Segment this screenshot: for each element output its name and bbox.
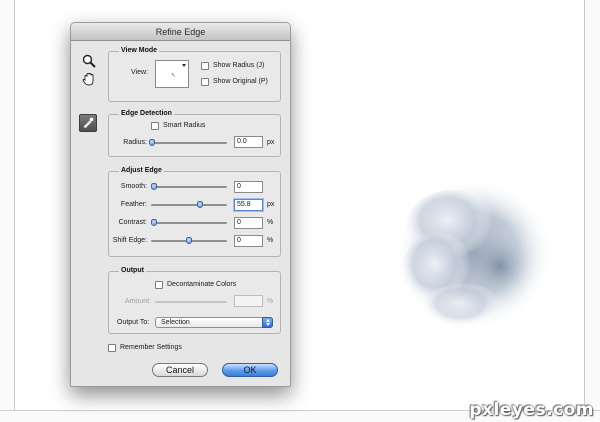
contrast-slider-thumb[interactable] [151,219,157,226]
select-arrows-icon [262,317,273,328]
adjust-edge-group: Adjust Edge Smooth: 0 Feather: 55.8 px C… [108,167,281,257]
amount-unit: % [267,298,274,305]
dialog-title[interactable]: Refine Edge [71,23,290,41]
shift-edge-slider[interactable] [151,237,227,244]
feather-slider-thumb[interactable] [197,201,203,208]
chevron-down-icon [182,64,186,67]
magnifier-icon[interactable] [81,53,97,69]
radius-input[interactable]: 0.0 [234,136,263,148]
contrast-slider[interactable] [151,219,227,226]
output-to-select[interactable]: Selection [155,317,273,328]
shift-edge-label: Shift Edge: [112,237,147,244]
smooth-slider[interactable] [151,183,227,190]
output-title: Output [119,267,146,274]
refine-edge-dialog: Refine Edge View Mode View: ↖ Show Radiu… [70,22,291,387]
show-radius-label: Show Radius (J) [213,62,265,69]
smooth-slider-thumb[interactable] [151,183,157,190]
view-cursor-icon: ↖ [171,73,177,79]
smart-radius-label: Smart Radius [163,122,206,129]
edge-detection-title: Edge Detection [119,110,174,117]
show-original-checkbox[interactable] [201,78,209,86]
shift-edge-slider-thumb[interactable] [186,237,192,244]
radius-label: Radius: [123,139,147,146]
edge-detection-group: Edge Detection Smart Radius Radius: 0.0 … [108,110,281,157]
ok-button[interactable]: OK [222,363,278,377]
smart-radius-checkbox[interactable] [151,122,159,130]
feather-slider[interactable] [151,201,227,208]
adjust-edge-title: Adjust Edge [119,167,164,174]
amount-label: Amount: [124,298,151,305]
cloud-image [394,178,554,332]
smooth-label: Smooth: [120,183,147,190]
output-to-value: Selection [161,319,190,326]
output-to-label: Output To: [117,319,150,326]
view-mode-title: View Mode [119,47,160,54]
amount-input [234,295,263,307]
shift-edge-input[interactable]: 0 [234,235,263,247]
radius-slider[interactable] [149,139,227,146]
view-label: View: [131,69,148,76]
remember-settings-checkbox[interactable] [108,344,116,352]
refine-radius-brush-icon[interactable] [79,114,97,132]
show-radius-checkbox[interactable] [201,62,209,70]
view-mode-picker[interactable]: ↖ [155,60,189,88]
feather-input[interactable]: 55.8 [234,199,263,211]
hand-icon[interactable] [81,71,97,87]
decontaminate-colors-checkbox[interactable] [155,281,163,289]
feather-label: Feather: [120,201,147,208]
canvas-border-left [14,0,15,410]
contrast-input[interactable]: 0 [234,217,263,229]
smooth-input[interactable]: 0 [234,181,263,193]
cancel-button[interactable]: Cancel [152,363,208,377]
amount-slider [155,301,227,303]
show-original-label: Show Original (P) [213,78,268,85]
remember-settings-label: Remember Settings [120,344,182,351]
output-group: Output Decontaminate Colors Amount: % Ou… [108,267,281,334]
feather-unit: px [267,201,275,208]
view-mode-group: View Mode View: ↖ Show Radius (J) Show O… [108,47,281,102]
contrast-label: Contrast: [118,219,147,226]
canvas-border-right [584,0,585,410]
radius-slider-thumb[interactable] [149,139,155,146]
shift-edge-unit: % [267,237,274,244]
contrast-unit: % [267,219,274,226]
decontaminate-colors-label: Decontaminate Colors [167,281,237,288]
radius-unit: px [267,139,275,146]
watermark-text: pxleyes.com [469,400,594,420]
